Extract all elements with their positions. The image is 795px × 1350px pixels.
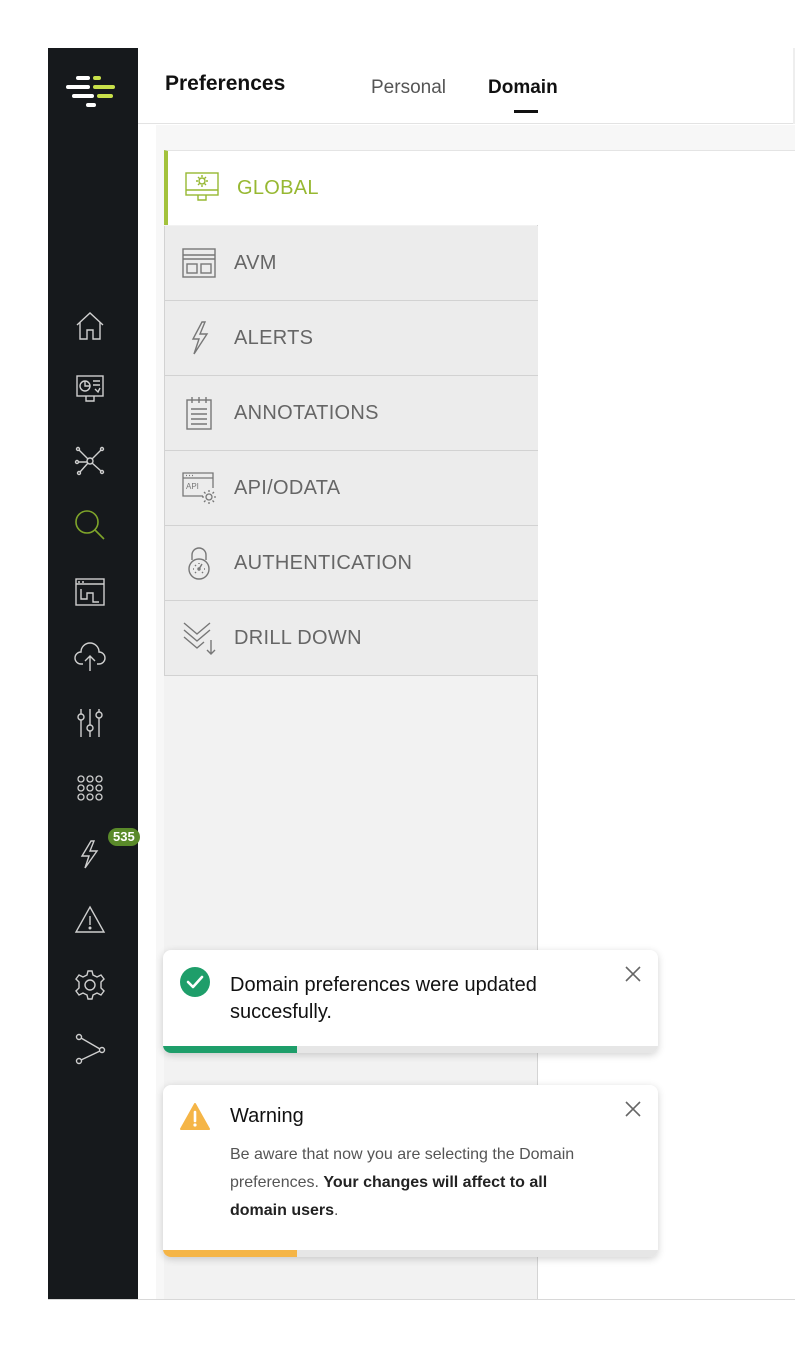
topology-icon[interactable] xyxy=(70,440,110,480)
menu-item-annotations[interactable]: ANNOTATIONS xyxy=(164,376,538,451)
menu-item-authentication[interactable]: AUTHENTICATION xyxy=(164,526,538,601)
left-sidebar: 535 xyxy=(48,48,140,1300)
menu-item-alerts[interactable]: ALERTS xyxy=(164,301,538,376)
menu-item-label: DRILL DOWN xyxy=(234,626,362,649)
menu-item-label: ALERTS xyxy=(234,326,314,349)
menu-item-label: API/ODATA xyxy=(234,476,341,499)
toast-message: Be aware that now you are selecting the … xyxy=(230,1141,590,1225)
top-bar: Preferences Personal Domain xyxy=(138,48,795,124)
toast-title: Warning xyxy=(230,1105,304,1127)
layout-icon[interactable] xyxy=(70,572,110,612)
menu-item-drill-down[interactable]: DRILL DOWN xyxy=(164,601,538,676)
toast-progress-fill xyxy=(163,1046,297,1053)
tab-domain[interactable]: Domain xyxy=(488,77,558,99)
alerts-count-badge: 535 xyxy=(108,828,140,846)
notepad-icon xyxy=(180,394,218,432)
warning-triangle-icon xyxy=(180,1102,210,1132)
bottom-divider xyxy=(48,1299,795,1300)
close-icon[interactable] xyxy=(623,964,643,984)
check-circle-icon xyxy=(180,967,210,997)
window-layout-icon xyxy=(180,244,218,282)
share-icon[interactable] xyxy=(70,1028,110,1068)
warning-icon[interactable] xyxy=(70,900,110,940)
toast-progress-fill xyxy=(163,1250,297,1257)
success-toast: Domain preferences were updated succesfu… xyxy=(163,950,658,1053)
alerts-icon[interactable]: 535 xyxy=(70,828,140,874)
cloud-upload-icon[interactable] xyxy=(70,637,110,677)
grid-dots-icon[interactable] xyxy=(70,768,110,808)
settings-icon[interactable] xyxy=(70,965,110,1005)
toast-message-end: . xyxy=(334,1202,339,1219)
page-title: Preferences xyxy=(165,72,286,95)
tab-personal[interactable]: Personal xyxy=(371,77,446,99)
menu-item-api-odata[interactable]: API API/ODATA xyxy=(164,451,538,526)
close-icon[interactable] xyxy=(623,1099,643,1119)
menu-item-label: AUTHENTICATION xyxy=(234,551,413,574)
drill-down-icon xyxy=(180,619,218,657)
lock-icon xyxy=(180,544,218,582)
api-gear-icon: API xyxy=(180,469,218,507)
toast-progress-track xyxy=(163,1250,658,1257)
sliders-icon[interactable] xyxy=(70,703,110,743)
monitor-gear-icon xyxy=(183,169,221,207)
toast-progress-track xyxy=(163,1046,658,1053)
app-logo[interactable] xyxy=(62,72,122,112)
dashboard-icon[interactable] xyxy=(70,369,110,409)
menu-item-label: GLOBAL xyxy=(237,176,319,199)
menu-item-avm[interactable]: AVM xyxy=(164,226,538,301)
menu-item-label: ANNOTATIONS xyxy=(234,401,379,424)
warning-toast: Warning Be aware that now you are select… xyxy=(163,1085,658,1257)
active-tab-indicator xyxy=(514,110,538,113)
search-icon[interactable] xyxy=(70,505,110,545)
toast-message: Domain preferences were updated succesfu… xyxy=(230,974,537,1023)
home-icon[interactable] xyxy=(70,306,110,346)
svg-text:API: API xyxy=(186,482,199,491)
menu-item-label: AVM xyxy=(234,251,277,274)
menu-item-global[interactable]: GLOBAL xyxy=(164,150,794,225)
lightning-icon xyxy=(180,319,218,357)
